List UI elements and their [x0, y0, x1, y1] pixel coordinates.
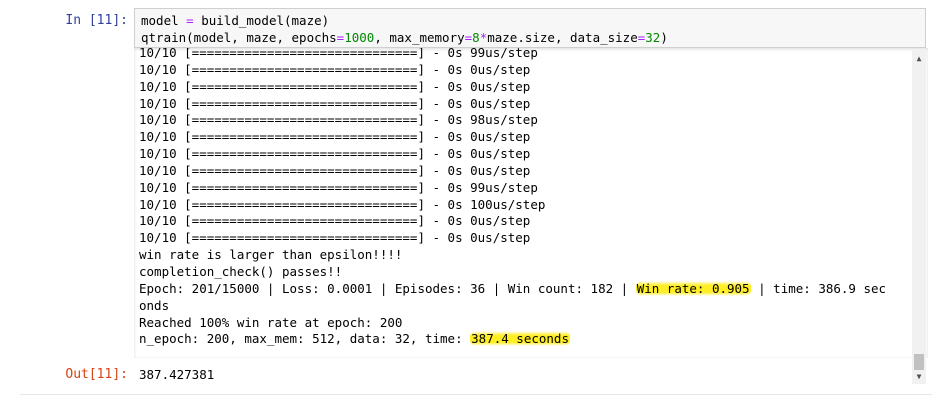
text-segment: 10/10 [==============================] -… [139, 213, 531, 229]
text-segment: 1000 [344, 30, 375, 45]
text-segment: 10/10 [==============================] -… [139, 196, 546, 212]
output-line: 10/10 [==============================] -… [139, 163, 909, 180]
input-prompt: In [11]: [65, 13, 128, 28]
output-line: 10/10 [==============================] -… [139, 112, 909, 129]
highlighted-text: Win rate: 0.905 [635, 280, 751, 296]
output-result: 387.427381 [139, 367, 215, 382]
text-segment: 10/10 [==============================] -… [139, 162, 531, 178]
text-segment: Epoch: 201/15000 | Loss: 0.0001 | Episod… [139, 280, 636, 296]
text-segment: completion_check() passes!! [139, 263, 343, 279]
text-segment: build_model(maze) [193, 13, 330, 28]
text-segment: Reached 100% win rate at epoch: 200 [139, 314, 403, 330]
text-segment: | time: 386.9 sec [750, 280, 887, 296]
code-lines: model = build_model(maze) qtrain(model, m… [141, 12, 919, 46]
text-segment: , max_memory [374, 30, 465, 45]
scroll-down-arrow-icon[interactable]: ▼ [912, 370, 926, 384]
output-line: 10/10 [==============================] -… [139, 129, 909, 146]
text-segment: 10/10 [==============================] -… [139, 179, 538, 195]
output-line: 10/10 [==============================] -… [139, 180, 909, 197]
output-line: Epoch: 201/15000 | Loss: 0.0001 | Episod… [139, 280, 909, 298]
output-line: win rate is larger than epsilon!!!! [139, 247, 909, 264]
output-line: 10/10 [==============================] -… [139, 197, 909, 214]
text-segment: maze.size, data_size [487, 30, 638, 45]
text-segment: = [186, 13, 194, 28]
cell-divider [20, 394, 932, 395]
text-segment: win rate is larger than epsilon!!!! [139, 247, 403, 263]
output-area[interactable]: 10/10 [==============================] -… [134, 48, 928, 358]
output-prompt: Out[11]: [65, 367, 128, 382]
text-segment: onds [139, 297, 170, 313]
text-segment: 10/10 [==============================] -… [139, 48, 538, 60]
code-line: qtrain(model, maze, epochs=1000, max_mem… [141, 29, 919, 46]
output-lines: 10/10 [==============================] -… [139, 48, 909, 348]
output-line: 10/10 [==============================] -… [139, 79, 909, 96]
text-segment: n_epoch: 200, max_mem: 512, data: 32, ti… [139, 331, 471, 347]
output-line: 10/10 [==============================] -… [139, 48, 909, 62]
output-line: onds [139, 298, 909, 315]
text-segment: 10/10 [==============================] -… [139, 95, 531, 111]
output-line: 10/10 [==============================] -… [139, 146, 909, 163]
text-segment: 8 [472, 30, 480, 45]
notebook-cell: In [11]: model = build_model(maze) qtrain… [0, 0, 944, 404]
code-editor[interactable]: model = build_model(maze) qtrain(model, m… [134, 8, 926, 48]
output-line: 10/10 [==============================] -… [139, 96, 909, 113]
output-scrollbar[interactable]: ▲ ▼ [912, 50, 926, 384]
text-segment: qtrain(model, maze, epochs [141, 30, 337, 45]
output-line: completion_check() passes!! [139, 264, 909, 281]
text-segment: 10/10 [==============================] -… [139, 61, 531, 77]
scroll-thumb[interactable] [914, 354, 924, 370]
text-segment: 10/10 [==============================] -… [139, 129, 531, 145]
text-segment: 10/10 [==============================] -… [139, 230, 531, 246]
output-line: n_epoch: 200, max_mem: 512, data: 32, ti… [139, 331, 909, 348]
code-line: model = build_model(maze) [141, 12, 919, 29]
scroll-up-arrow-icon[interactable]: ▲ [912, 52, 926, 66]
output-line: Reached 100% win rate at epoch: 200 [139, 315, 909, 332]
output-line: 10/10 [==============================] -… [139, 62, 909, 79]
text-segment: 10/10 [==============================] -… [139, 146, 531, 162]
text-segment: 32 [645, 30, 661, 45]
text-segment: 10/10 [==============================] -… [139, 78, 531, 94]
text-segment: ) [660, 30, 668, 45]
highlighted-text: 387.4 seconds [470, 331, 570, 347]
text-segment: model [141, 13, 187, 28]
output-line: 10/10 [==============================] -… [139, 230, 909, 247]
text-segment: 10/10 [==============================] -… [139, 112, 538, 128]
output-line: 10/10 [==============================] -… [139, 213, 909, 230]
